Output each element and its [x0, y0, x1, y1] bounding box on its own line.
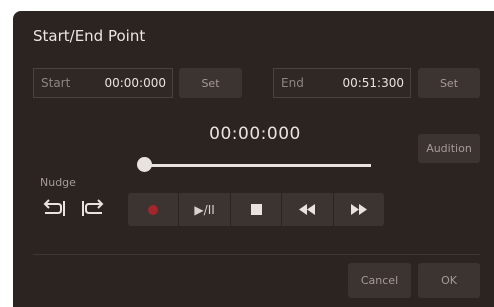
stop-icon: [250, 204, 262, 215]
record-button[interactable]: [128, 193, 180, 226]
end-time-value: 00:51:300: [342, 76, 404, 90]
nudge-label: Nudge: [40, 176, 76, 189]
play-pause-button[interactable]: ▶/II: [179, 193, 231, 226]
audition-button[interactable]: Audition: [418, 134, 480, 163]
dialog-title: Start/End Point: [33, 27, 146, 45]
fast-forward-button[interactable]: [334, 193, 384, 226]
set-start-button[interactable]: Set: [179, 68, 242, 98]
start-time-value: 00:00:000: [104, 76, 166, 90]
nudge-right-icon: [82, 199, 104, 216]
end-time-field[interactable]: End 00:51:300: [273, 68, 411, 98]
footer-divider: [33, 254, 480, 255]
record-icon: [148, 204, 159, 215]
start-time-field[interactable]: Start 00:00:000: [33, 68, 173, 98]
ok-button[interactable]: OK: [418, 263, 480, 298]
stop-button[interactable]: [231, 193, 283, 226]
end-label: End: [281, 76, 304, 90]
start-label: Start: [41, 76, 71, 90]
position-slider-thumb[interactable]: [137, 157, 152, 172]
cancel-button[interactable]: Cancel: [348, 263, 411, 298]
rewind-button[interactable]: [282, 193, 334, 226]
nudge-right-button[interactable]: [81, 197, 107, 219]
position-slider-track[interactable]: [143, 164, 371, 167]
current-time-display: 00:00:000: [209, 124, 301, 144]
transport-controls: ▶/II: [128, 193, 384, 226]
start-end-point-dialog: Start/End Point Start 00:00:000 Set End …: [13, 11, 494, 307]
nudge-left-icon: [43, 199, 65, 216]
fast-forward-icon: [350, 204, 367, 215]
rewind-icon: [299, 204, 316, 215]
nudge-left-button[interactable]: [40, 197, 66, 219]
set-end-button[interactable]: Set: [418, 68, 480, 98]
play-pause-icon: ▶/II: [194, 202, 215, 217]
